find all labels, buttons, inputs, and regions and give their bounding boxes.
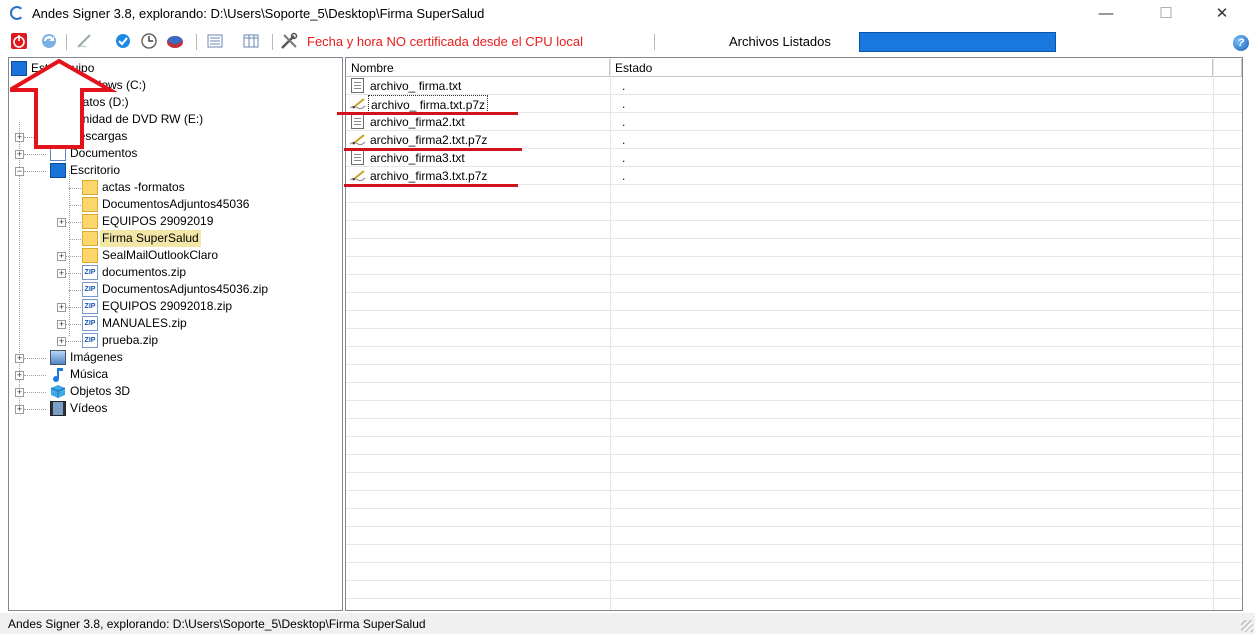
column-header-estado[interactable]: Estado [610,59,1213,77]
folder-icon [82,197,98,212]
title-bar: Andes Signer 3.8, explorando: D:\Users\S… [0,0,1255,28]
file-row[interactable]: archivo_firma2.txt . [346,113,1242,131]
sign-pen-icon[interactable] [76,32,94,50]
file-row[interactable]: archivo_firma3.txt.p7z . [346,167,1242,185]
red-arrow-annotation [10,58,118,149]
empty-row [346,419,1242,437]
list-view-icon[interactable] [206,32,224,50]
column-header-filler [1213,59,1242,77]
empty-row [346,365,1242,383]
empty-row [346,599,1242,610]
file-list[interactable]: Nombre Estado archivo_ firma.txt . archi… [345,57,1243,611]
expand-videos-toggle[interactable]: + [15,405,24,414]
encrypt-icon[interactable] [166,32,184,50]
empty-row [346,581,1242,599]
empty-row [346,545,1242,563]
film-icon [50,401,66,416]
resize-grip[interactable] [1241,620,1253,632]
status-bar: Andes Signer 3.8, explorando: D:\Users\S… [0,613,1255,634]
signed-file-pen-icon [349,98,366,110]
zip-archive-icon: ZIP [82,333,98,348]
expand-prueba-zip-toggle[interactable]: + [57,337,66,346]
help-icon[interactable]: ? [1233,35,1249,51]
empty-row [346,275,1242,293]
verify-icon[interactable] [114,32,132,50]
folder-icon [82,231,98,246]
folder-icon [82,214,98,229]
details-view-icon[interactable] [242,32,260,50]
zip-archive-icon: ZIP [82,299,98,314]
empty-row [346,329,1242,347]
status-text: Andes Signer 3.8, explorando: D:\Users\S… [8,617,426,631]
cube-3d-icon [50,385,66,398]
expand-musica-toggle[interactable]: + [15,371,24,380]
expand-equipos-zip-toggle[interactable]: + [57,303,66,312]
file-row[interactable]: archivo_ firma.txt.p7z . [346,95,1242,115]
tools-icon[interactable] [280,32,298,50]
maximize-button[interactable]: ☐ [1144,3,1188,25]
text-file-icon [351,114,364,129]
file-row[interactable]: archivo_firma3.txt . [346,149,1242,167]
empty-row [346,527,1242,545]
pictures-icon [50,350,66,365]
empty-row [346,563,1242,581]
empty-row [346,437,1242,455]
empty-row [346,383,1242,401]
expand-documentos-toggle[interactable]: + [15,150,24,159]
zip-archive-icon: ZIP [82,265,98,280]
expand-equipos-toggle[interactable]: + [57,218,66,227]
empty-row [346,257,1242,275]
red-underline-annotation [344,184,518,187]
empty-row [346,239,1242,257]
empty-row [346,293,1242,311]
text-file-icon [351,78,364,93]
expand-sealmail-toggle[interactable]: + [57,252,66,261]
signed-file-pen-icon [349,134,366,146]
empty-row [346,509,1242,527]
empty-row [346,311,1242,329]
red-underline-annotation [344,148,522,151]
empty-row [346,203,1242,221]
close-button[interactable]: ✕ [1200,3,1244,25]
empty-row [346,491,1242,509]
expand-documentos-zip-toggle[interactable]: + [57,269,66,278]
red-underline-annotation [337,112,518,115]
empty-row [346,473,1242,491]
collapse-escritorio-toggle[interactable]: − [15,167,24,176]
empty-row [346,347,1242,365]
empty-row [346,185,1242,203]
zip-archive-icon: ZIP [82,282,98,297]
files-listed-progress [859,32,1056,52]
folder-icon [82,180,98,195]
refresh-icon[interactable] [40,32,58,50]
app-logo-icon [10,6,24,20]
empty-row [346,401,1242,419]
expand-manuales-zip-toggle[interactable]: + [57,320,66,329]
file-row[interactable]: archivo_firma2.txt.p7z . [346,131,1242,149]
timestamp-icon[interactable] [140,32,158,50]
column-header-nombre[interactable]: Nombre [346,59,610,77]
desktop-icon [50,163,66,178]
expand-imagenes-toggle[interactable]: + [15,354,24,363]
window-title: Andes Signer 3.8, explorando: D:\Users\S… [32,6,485,21]
file-row[interactable]: archivo_ firma.txt . [346,77,1242,95]
signed-file-pen-icon [349,170,366,182]
folder-icon [82,248,98,263]
expand-objetos3d-toggle[interactable]: + [15,388,24,397]
zip-archive-icon: ZIP [82,316,98,331]
empty-row [346,221,1242,239]
power-icon[interactable] [10,32,28,50]
toolbar [0,28,1255,56]
empty-row [346,455,1242,473]
certification-warning: Fecha y hora NO certificada desde el CPU… [307,34,584,49]
files-listed-label: Archivos Listados [729,34,831,49]
text-file-icon [351,150,364,165]
music-note-icon [53,368,63,382]
minimize-button[interactable]: — [1084,3,1128,25]
